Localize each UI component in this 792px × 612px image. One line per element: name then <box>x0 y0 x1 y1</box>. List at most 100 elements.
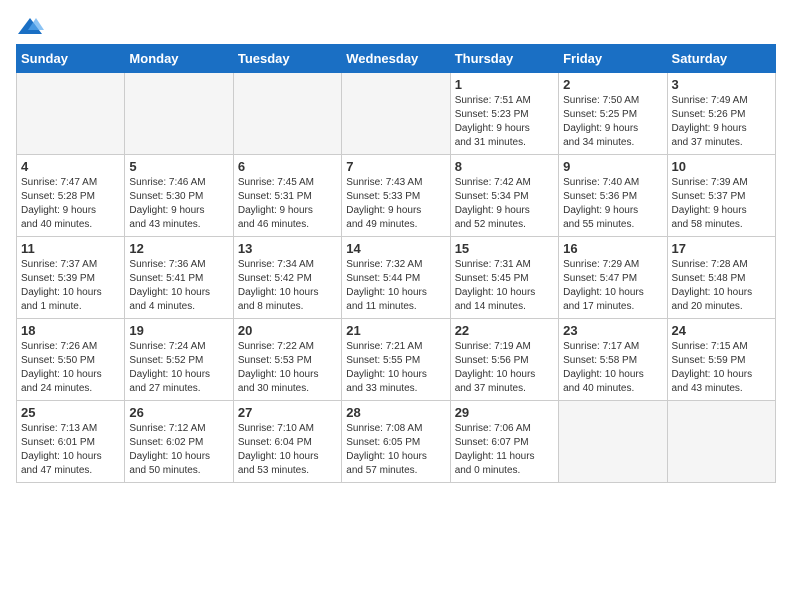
calendar-cell: 23 Sunrise: 7:17 AM Sunset: 5:58 PM Dayli… <box>559 319 667 401</box>
calendar-cell: 9 Sunrise: 7:40 AM Sunset: 5:36 PM Daylig… <box>559 155 667 237</box>
calendar-cell: 5 Sunrise: 7:46 AM Sunset: 5:30 PM Daylig… <box>125 155 233 237</box>
day-info: Sunrise: 7:36 AM Sunset: 5:41 PM Dayligh… <box>129 258 228 314</box>
weekday-header-friday: Friday <box>559 45 667 73</box>
calendar-cell: 21 Sunrise: 7:21 AM Sunset: 5:55 PM Dayli… <box>342 319 450 401</box>
day-info: Sunrise: 7:22 AM Sunset: 5:53 PM Dayligh… <box>238 340 337 396</box>
weekday-header-tuesday: Tuesday <box>233 45 341 73</box>
weekday-header-wednesday: Wednesday <box>342 45 450 73</box>
calendar-cell <box>125 73 233 155</box>
day-info: Sunrise: 7:49 AM Sunset: 5:26 PM Dayligh… <box>672 94 771 150</box>
calendar-cell: 14 Sunrise: 7:32 AM Sunset: 5:44 PM Dayli… <box>342 237 450 319</box>
day-info: Sunrise: 7:19 AM Sunset: 5:56 PM Dayligh… <box>455 340 554 396</box>
day-info: Sunrise: 7:26 AM Sunset: 5:50 PM Dayligh… <box>21 340 120 396</box>
day-info: Sunrise: 7:45 AM Sunset: 5:31 PM Dayligh… <box>238 176 337 232</box>
day-info: Sunrise: 7:43 AM Sunset: 5:33 PM Dayligh… <box>346 176 445 232</box>
day-info: Sunrise: 7:51 AM Sunset: 5:23 PM Dayligh… <box>455 94 554 150</box>
weekday-header-thursday: Thursday <box>450 45 558 73</box>
calendar-cell: 1 Sunrise: 7:51 AM Sunset: 5:23 PM Daylig… <box>450 73 558 155</box>
day-number: 6 <box>238 159 337 174</box>
day-info: Sunrise: 7:42 AM Sunset: 5:34 PM Dayligh… <box>455 176 554 232</box>
calendar-table: SundayMondayTuesdayWednesdayThursdayFrid… <box>16 44 776 483</box>
weekday-header-saturday: Saturday <box>667 45 775 73</box>
day-info: Sunrise: 7:46 AM Sunset: 5:30 PM Dayligh… <box>129 176 228 232</box>
weekday-header-row: SundayMondayTuesdayWednesdayThursdayFrid… <box>17 45 776 73</box>
day-number: 23 <box>563 323 662 338</box>
calendar-cell: 26 Sunrise: 7:12 AM Sunset: 6:02 PM Dayli… <box>125 401 233 483</box>
day-info: Sunrise: 7:29 AM Sunset: 5:47 PM Dayligh… <box>563 258 662 314</box>
day-number: 21 <box>346 323 445 338</box>
calendar-cell: 25 Sunrise: 7:13 AM Sunset: 6:01 PM Dayli… <box>17 401 125 483</box>
day-number: 13 <box>238 241 337 256</box>
day-number: 20 <box>238 323 337 338</box>
day-number: 4 <box>21 159 120 174</box>
day-number: 2 <box>563 77 662 92</box>
day-number: 15 <box>455 241 554 256</box>
day-number: 27 <box>238 405 337 420</box>
day-number: 18 <box>21 323 120 338</box>
week-row-4: 18 Sunrise: 7:26 AM Sunset: 5:50 PM Dayli… <box>17 319 776 401</box>
day-info: Sunrise: 7:13 AM Sunset: 6:01 PM Dayligh… <box>21 422 120 478</box>
week-row-3: 11 Sunrise: 7:37 AM Sunset: 5:39 PM Dayli… <box>17 237 776 319</box>
logo <box>16 16 48 36</box>
day-number: 19 <box>129 323 228 338</box>
day-number: 22 <box>455 323 554 338</box>
calendar-cell <box>233 73 341 155</box>
calendar-cell: 11 Sunrise: 7:37 AM Sunset: 5:39 PM Dayli… <box>17 237 125 319</box>
day-number: 5 <box>129 159 228 174</box>
day-number: 24 <box>672 323 771 338</box>
calendar-cell: 28Sunrise: 7:08 AM Sunset: 6:05 PM Dayli… <box>342 401 450 483</box>
day-number: 25 <box>21 405 120 420</box>
day-info: Sunrise: 7:37 AM Sunset: 5:39 PM Dayligh… <box>21 258 120 314</box>
calendar-cell <box>342 73 450 155</box>
day-info: Sunrise: 7:39 AM Sunset: 5:37 PM Dayligh… <box>672 176 771 232</box>
calendar-cell: 15Sunrise: 7:31 AM Sunset: 5:45 PM Dayli… <box>450 237 558 319</box>
day-info: Sunrise: 7:12 AM Sunset: 6:02 PM Dayligh… <box>129 422 228 478</box>
calendar-cell: 29Sunrise: 7:06 AM Sunset: 6:07 PM Dayli… <box>450 401 558 483</box>
weekday-header-monday: Monday <box>125 45 233 73</box>
week-row-1: 1 Sunrise: 7:51 AM Sunset: 5:23 PM Daylig… <box>17 73 776 155</box>
day-number: 17 <box>672 241 771 256</box>
day-number: 26 <box>129 405 228 420</box>
calendar-cell <box>17 73 125 155</box>
day-info: Sunrise: 7:15 AM Sunset: 5:59 PM Dayligh… <box>672 340 771 396</box>
day-info: Sunrise: 7:24 AM Sunset: 5:52 PM Dayligh… <box>129 340 228 396</box>
day-number: 9 <box>563 159 662 174</box>
calendar-cell: 2 Sunrise: 7:50 AM Sunset: 5:25 PM Daylig… <box>559 73 667 155</box>
calendar-cell: 13 Sunrise: 7:34 AM Sunset: 5:42 PM Dayli… <box>233 237 341 319</box>
day-info: Sunrise: 7:50 AM Sunset: 5:25 PM Dayligh… <box>563 94 662 150</box>
day-number: 1 <box>455 77 554 92</box>
day-info: Sunrise: 7:32 AM Sunset: 5:44 PM Dayligh… <box>346 258 445 314</box>
calendar-cell: 20 Sunrise: 7:22 AM Sunset: 5:53 PM Dayli… <box>233 319 341 401</box>
day-number: 3 <box>672 77 771 92</box>
day-info: Sunrise: 7:40 AM Sunset: 5:36 PM Dayligh… <box>563 176 662 232</box>
day-number: 14 <box>346 241 445 256</box>
day-info: Sunrise: 7:34 AM Sunset: 5:42 PM Dayligh… <box>238 258 337 314</box>
calendar-cell: 8 Sunrise: 7:42 AM Sunset: 5:34 PM Daylig… <box>450 155 558 237</box>
week-row-2: 4 Sunrise: 7:47 AM Sunset: 5:28 PM Daylig… <box>17 155 776 237</box>
day-info: Sunrise: 7:17 AM Sunset: 5:58 PM Dayligh… <box>563 340 662 396</box>
calendar-cell: 4 Sunrise: 7:47 AM Sunset: 5:28 PM Daylig… <box>17 155 125 237</box>
day-number: 8 <box>455 159 554 174</box>
calendar-cell: 27Sunrise: 7:10 AM Sunset: 6:04 PM Dayli… <box>233 401 341 483</box>
header <box>16 16 776 36</box>
calendar-cell: 22 Sunrise: 7:19 AM Sunset: 5:56 PM Dayli… <box>450 319 558 401</box>
day-info: Sunrise: 7:47 AM Sunset: 5:28 PM Dayligh… <box>21 176 120 232</box>
day-number: 29 <box>455 405 554 420</box>
day-number: 11 <box>21 241 120 256</box>
day-info: Sunrise: 7:21 AM Sunset: 5:55 PM Dayligh… <box>346 340 445 396</box>
day-number: 10 <box>672 159 771 174</box>
day-number: 12 <box>129 241 228 256</box>
calendar-cell: 24 Sunrise: 7:15 AM Sunset: 5:59 PM Dayli… <box>667 319 775 401</box>
calendar-cell: 19 Sunrise: 7:24 AM Sunset: 5:52 PM Dayli… <box>125 319 233 401</box>
calendar-cell: 18 Sunrise: 7:26 AM Sunset: 5:50 PM Dayli… <box>17 319 125 401</box>
calendar-cell: 16 Sunrise: 7:29 AM Sunset: 5:47 PM Dayli… <box>559 237 667 319</box>
logo-icon <box>16 16 44 36</box>
weekday-header-sunday: Sunday <box>17 45 125 73</box>
calendar-cell: 17 Sunrise: 7:28 AM Sunset: 5:48 PM Dayli… <box>667 237 775 319</box>
calendar-cell: 6 Sunrise: 7:45 AM Sunset: 5:31 PM Daylig… <box>233 155 341 237</box>
day-number: 16 <box>563 241 662 256</box>
day-info: Sunrise: 7:28 AM Sunset: 5:48 PM Dayligh… <box>672 258 771 314</box>
day-number: 7 <box>346 159 445 174</box>
calendar-cell: 3 Sunrise: 7:49 AM Sunset: 5:26 PM Daylig… <box>667 73 775 155</box>
day-info: Sunrise: 7:08 AM Sunset: 6:05 PM Dayligh… <box>346 422 445 478</box>
